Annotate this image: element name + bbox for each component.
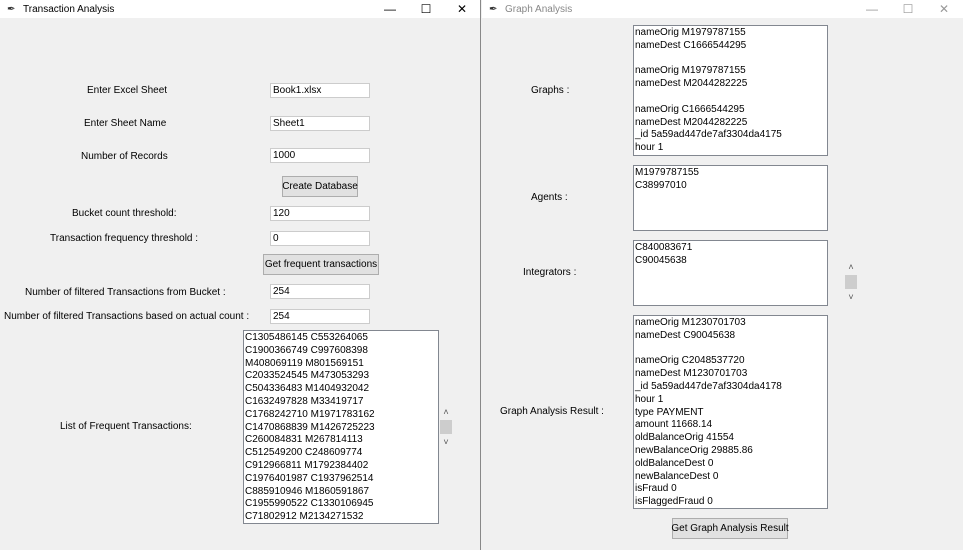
list-item[interactable]: C512549200 C248609774 (245, 447, 437, 460)
list-item[interactable] (635, 53, 826, 66)
list-item[interactable]: C1976401987 C1937962514 (245, 473, 437, 486)
graphs-listbox[interactable]: nameOrig M1979787155 nameDest C1666544295… (633, 25, 828, 156)
frequent-list-scrollbar[interactable]: ˄ ˅ (440, 407, 452, 447)
list-item[interactable]: C840083671 (635, 242, 826, 255)
list-item[interactable]: _id 5a59ad447de7af3304da4178 (635, 381, 826, 394)
list-item[interactable]: nameOrig M1979787155 (635, 65, 826, 78)
integrators-scrollbar[interactable]: ˄ ˅ (845, 262, 857, 302)
frequent-transactions-listbox[interactable]: C1305486145 C553264065 C1900366749 C99760… (243, 330, 439, 524)
scroll-thumb[interactable] (440, 420, 452, 434)
filtered-actual-label: Number of filtered Transactions based on… (4, 311, 250, 322)
transaction-analysis-window: ✒ Transaction Analysis — ☐ ✕ Enter Excel… (0, 0, 481, 550)
agents-listbox[interactable]: M1979787155 C38997010 (633, 165, 828, 231)
minimize-button[interactable]: — (854, 0, 890, 18)
integrators-label: Integrators : (523, 267, 577, 278)
list-item[interactable]: nameDest C90045638 (635, 330, 826, 343)
excel-input[interactable]: Book1.xlsx (270, 83, 370, 98)
list-item[interactable]: nameOrig M1230701703 (635, 317, 826, 330)
window-title: Graph Analysis (505, 3, 573, 15)
freq-label: Transaction frequency threshold : (50, 233, 199, 244)
records-label: Number of Records (81, 151, 168, 162)
list-item[interactable] (635, 91, 826, 104)
list-item[interactable]: C504336483 M1404932042 (245, 383, 437, 396)
list-item[interactable]: type PAYMENT (635, 407, 826, 420)
list-item[interactable]: C1305486145 C553264065 (245, 332, 437, 345)
scroll-up-icon[interactable]: ˄ (845, 262, 857, 272)
frequent-list-label: List of Frequent Transactions: (60, 421, 192, 432)
list-item[interactable]: oldBalanceOrig 41554 (635, 432, 826, 445)
scroll-down-icon[interactable]: ˅ (845, 292, 857, 302)
list-item[interactable]: C1955990522 C1330106945 (245, 498, 437, 511)
filtered-actual-input[interactable]: 254 (270, 309, 370, 324)
maximize-button[interactable]: ☐ (890, 0, 926, 18)
get-frequent-transactions-button[interactable]: Get frequent transactions (263, 254, 379, 275)
filtered-bucket-input[interactable]: 254 (270, 284, 370, 299)
graph-analysis-window: ✒ Graph Analysis — ☐ ✕ Graphs : nameOrig… (482, 0, 963, 550)
close-button[interactable]: ✕ (926, 0, 962, 18)
feather-icon: ✒ (7, 3, 16, 15)
scroll-down-icon[interactable]: ˅ (440, 437, 452, 447)
list-item[interactable]: newBalanceOrig 29885.86 (635, 445, 826, 458)
list-item[interactable]: C1900366749 C997608398 (245, 345, 437, 358)
list-item[interactable]: C71802912 M2134271532 (245, 511, 437, 523)
sheet-label: Enter Sheet Name (84, 118, 167, 129)
list-item[interactable]: _id 5a59ad447de7af3304da4175 (635, 129, 826, 142)
records-input[interactable]: 1000 (270, 148, 370, 163)
list-item[interactable]: isFraud 0 (635, 483, 826, 496)
window-title: Transaction Analysis (23, 3, 115, 15)
graphs-label: Graphs : (531, 85, 570, 96)
filtered-bucket-label: Number of filtered Transactions from Buc… (25, 287, 226, 298)
list-item[interactable]: C1632497828 M33419717 (245, 396, 437, 409)
list-item[interactable]: newBalanceDest 0 (635, 471, 826, 484)
close-button[interactable]: ✕ (444, 0, 480, 18)
graph-analysis-result-listbox[interactable]: nameOrig M1230701703 nameDest C90045638 na… (633, 315, 828, 509)
get-graph-analysis-result-button[interactable]: Get Graph Analysis Result (671, 518, 789, 539)
list-item[interactable]: C912966811 M1792384402 (245, 460, 437, 473)
list-item[interactable]: nameOrig C1666544295 (635, 104, 826, 117)
list-item[interactable]: C885910946 M1860591867 (245, 486, 437, 499)
list-item[interactable]: hour 1 (635, 142, 826, 155)
maximize-button[interactable]: ☐ (408, 0, 444, 18)
list-item[interactable]: M408069119 M801569151 (245, 358, 437, 371)
scroll-up-icon[interactable]: ˄ (440, 407, 452, 417)
list-item[interactable]: C38997010 (635, 180, 826, 193)
list-item[interactable]: M1979787155 (635, 167, 826, 180)
list-item[interactable]: hour 1 (635, 394, 826, 407)
freq-input[interactable]: 0 (270, 231, 370, 246)
list-item[interactable]: nameDest M2044282225 (635, 78, 826, 91)
sheet-input[interactable]: Sheet1 (270, 116, 370, 131)
list-item[interactable]: C2033524545 M473053293 (245, 370, 437, 383)
list-item[interactable]: oldBalanceDest 0 (635, 458, 826, 471)
list-item[interactable]: nameDest C1666544295 (635, 40, 826, 53)
list-item[interactable] (635, 343, 826, 356)
minimize-button[interactable]: — (372, 0, 408, 18)
list-item[interactable]: isFlaggedFraud 0 (635, 496, 826, 508)
list-item[interactable]: C90045638 (635, 255, 826, 268)
create-database-button[interactable]: Create Database (282, 176, 358, 197)
list-item[interactable]: nameDest M2044282225 (635, 117, 826, 130)
feather-icon: ✒ (489, 3, 498, 15)
list-item[interactable]: amount 11668.14 (635, 419, 826, 432)
result-label: Graph Analysis Result : (500, 406, 604, 417)
scroll-thumb[interactable] (845, 275, 857, 289)
list-item[interactable]: nameOrig C2048537720 (635, 355, 826, 368)
bucket-input[interactable]: 120 (270, 206, 370, 221)
agents-label: Agents : (531, 192, 568, 203)
bucket-label: Bucket count threshold: (72, 208, 177, 219)
integrators-listbox[interactable]: C840083671 C90045638 (633, 240, 828, 306)
list-item[interactable]: C1768242710 M1971783162 (245, 409, 437, 422)
excel-label: Enter Excel Sheet (87, 85, 168, 96)
list-item[interactable]: C1470868839 M1426725223 (245, 422, 437, 435)
list-item[interactable]: nameDest M1230701703 (635, 368, 826, 381)
list-item[interactable]: nameOrig M1979787155 (635, 27, 826, 40)
list-item[interactable]: C260084831 M267814113 (245, 434, 437, 447)
